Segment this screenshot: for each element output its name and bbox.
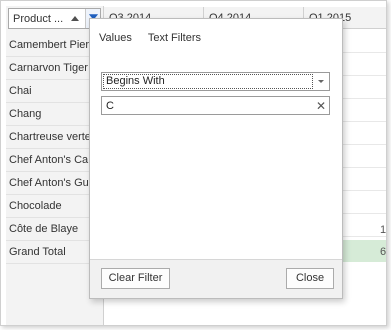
condition-dropdown[interactable]: Begins With <box>101 72 330 91</box>
condition-value: Begins With <box>103 74 313 89</box>
filter-value-input[interactable]: C ✕ <box>101 96 330 115</box>
filter-value-text: C <box>106 99 114 112</box>
filter-tabs: Values Text Filters <box>99 32 201 44</box>
pivot-grid-window: Q3 2014 Q4 2014 Q1 2015 1 6 Product ... … <box>0 0 387 326</box>
sort-ascending-icon[interactable] <box>71 16 79 21</box>
close-button[interactable]: Close <box>286 268 334 289</box>
product-field-button[interactable]: Product ... <box>8 8 101 29</box>
field-label: Product ... <box>13 12 64 25</box>
filter-popup: Values Text Filters Begins With C ✕ Clea… <box>89 18 343 299</box>
tab-values[interactable]: Values <box>99 32 132 44</box>
clear-filter-button[interactable]: Clear Filter <box>101 268 170 289</box>
chevron-down-icon[interactable] <box>313 73 329 90</box>
close-icon[interactable]: ✕ <box>313 100 329 112</box>
popup-footer: Clear Filter Close <box>90 259 342 298</box>
tab-text-filters[interactable]: Text Filters <box>148 32 201 44</box>
grand-total-value-fragment: 6 <box>380 246 387 258</box>
cell-value-fragment: 1 <box>380 224 387 236</box>
